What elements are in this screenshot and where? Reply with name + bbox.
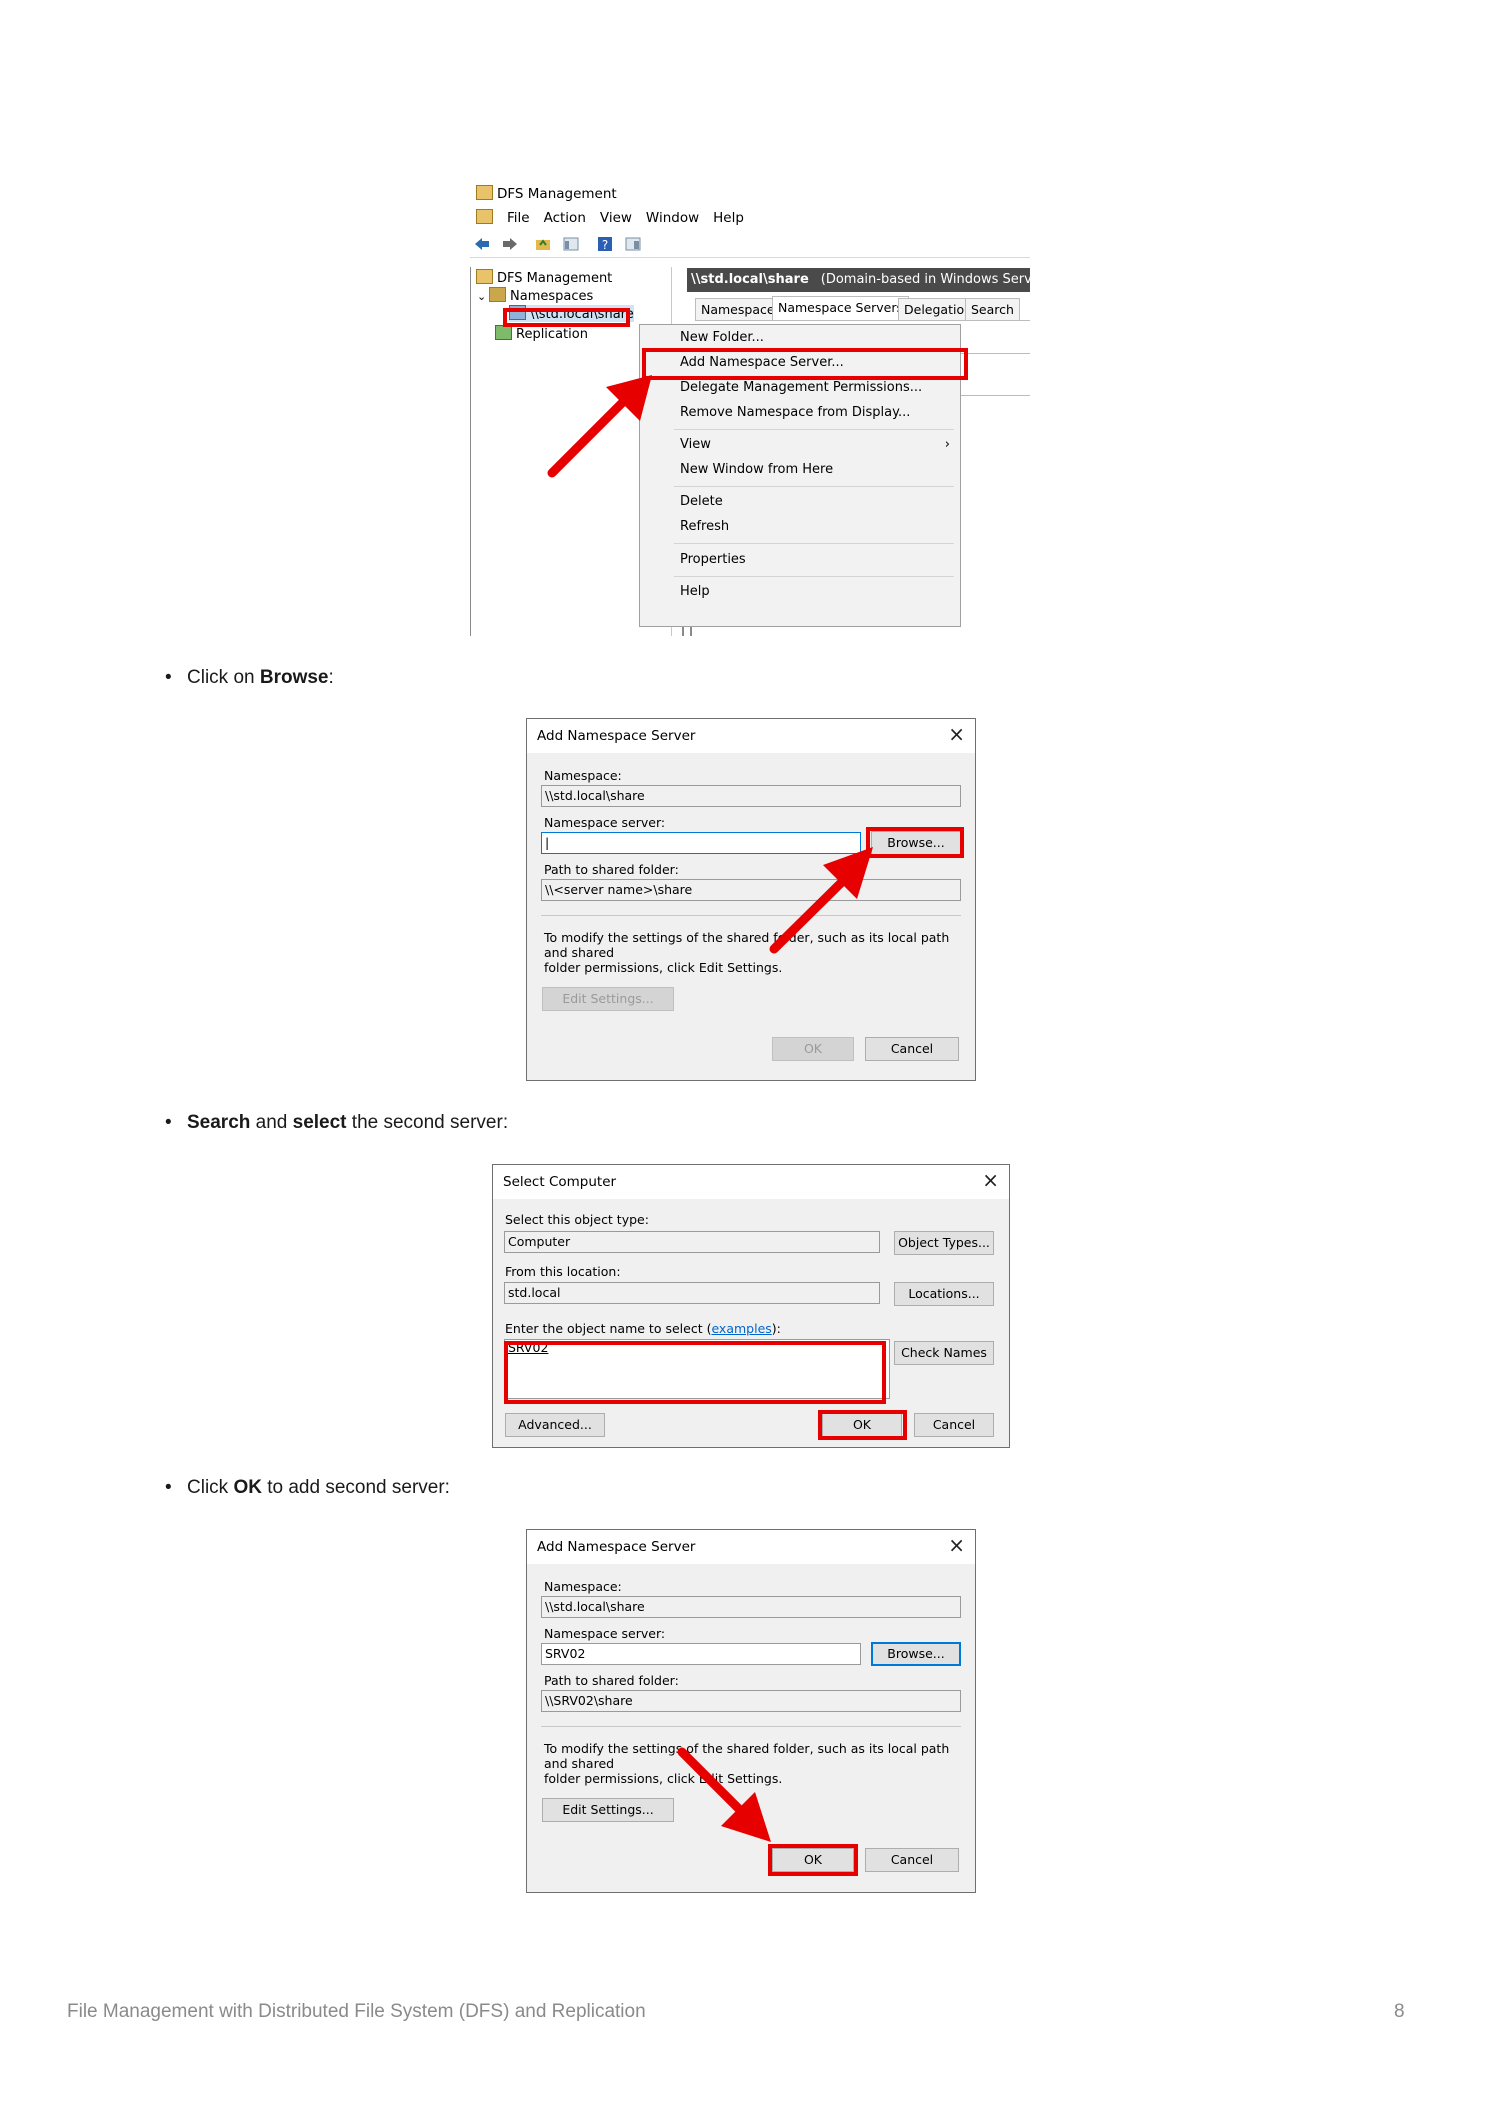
examples-link[interactable]: examples	[711, 1321, 771, 1336]
locations-button[interactable]: Locations...	[894, 1282, 994, 1306]
dialog-titlebar: Select Computer ×	[493, 1165, 1009, 1199]
object-types-button[interactable]: Object Types...	[894, 1231, 994, 1255]
object-type-field: Computer	[504, 1231, 880, 1253]
advanced-button[interactable]: Advanced...	[505, 1413, 605, 1437]
highlight-ok-button	[818, 1410, 907, 1440]
instruction-click-ok: Click OK to add second server:	[165, 1477, 450, 1499]
red-arrow-icon	[769, 847, 873, 954]
footer-page-number: 8	[1394, 2001, 1405, 2022]
enter-object-name-label: Enter the object name to select (example…	[505, 1321, 781, 1336]
add-namespace-server-dialog: Add Namespace Server × Namespace: \\std.…	[526, 718, 976, 1081]
red-arrow-icon	[677, 1747, 771, 1842]
red-arrow-icon	[547, 375, 652, 478]
location-field: std.local	[504, 1282, 880, 1304]
close-icon[interactable]: ×	[982, 1170, 999, 1190]
add-namespace-server-dialog-filled: Add Namespace Server × Namespace: \\std.…	[526, 1529, 976, 1893]
object-type-label: Select this object type:	[505, 1212, 649, 1227]
instruction-browse: Click on Browse:	[165, 667, 334, 689]
instruction-search-select: Search and select the second server:	[165, 1112, 508, 1134]
dfs-console-screenshot: DFS Management File Action View Window Help …	[470, 181, 1030, 636]
cancel-button[interactable]: Cancel	[914, 1413, 994, 1437]
dialog-title: Select Computer	[503, 1174, 617, 1190]
footer-document-title: File Management with Distributed File Sy…	[67, 2001, 646, 2022]
location-label: From this location:	[505, 1264, 621, 1279]
highlight-object-name	[504, 1341, 886, 1404]
select-computer-dialog: Select Computer × Select this object typ…	[492, 1164, 1010, 1448]
check-names-button[interactable]: Check Names	[894, 1341, 994, 1365]
